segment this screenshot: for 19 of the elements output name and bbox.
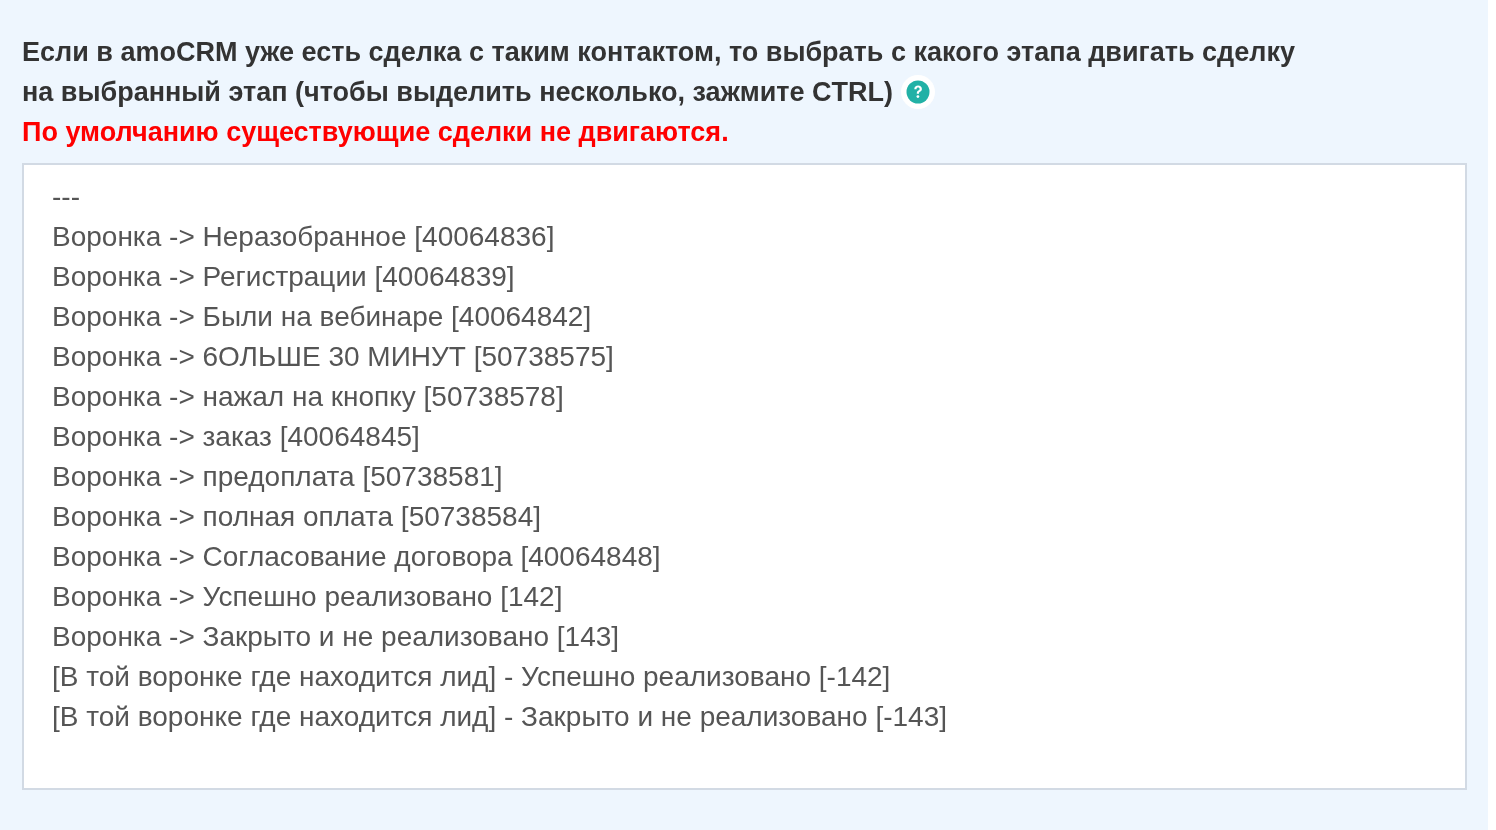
stage-listbox[interactable]	[22, 163, 1467, 790]
list-option[interactable]: Воронка -> Неразобранное [40064836]	[52, 217, 555, 257]
list-option[interactable]: Воронка -> нажал на кнопку [50738578]	[52, 377, 564, 417]
field-label: на выбранный этап (чтобы выделить несколько, зажмите CTRL)	[22, 76, 894, 109]
list-option[interactable]: [В той воронке где находится лид] - Закрыто и не реализовано [-143]	[52, 697, 947, 737]
list-option[interactable]: Воронка -> Закрыто и не реализовано [143]	[52, 617, 620, 657]
list-option[interactable]: Воронка -> заказ [40064845]	[52, 417, 420, 457]
list-option[interactable]: Воронка -> Успешно реализовано [142]	[52, 577, 563, 617]
list-option[interactable]: Воронка -> Согласование договора [40064848]	[52, 537, 661, 577]
list-option[interactable]: Воронка -> 6ОЛЬШЕ 30 МИНУТ [50738575]	[52, 337, 614, 377]
list-option[interactable]: Воронка -> предоплата [50738581]	[52, 457, 503, 497]
list-option[interactable]: Воронка -> Были на вебинаре [40064842]	[52, 297, 592, 337]
list-option[interactable]: [В той воронке где находится лид] - Успешно реализовано [-142]	[52, 657, 891, 697]
list-option[interactable]: Воронка -> полная оплата [50738584]	[52, 497, 541, 537]
list-option[interactable]: ---	[52, 177, 80, 217]
list-option[interactable]: Воронка -> Регистрации [40064839]	[52, 257, 515, 297]
field-label: Если в amoCRM уже есть сделка с таким контактом, то выбрать с какого этапа двигать сделку	[22, 36, 1295, 69]
help-icon[interactable]	[901, 75, 936, 109]
warning-text: По умолчанию существующие сделки не двигаются.	[22, 116, 729, 149]
